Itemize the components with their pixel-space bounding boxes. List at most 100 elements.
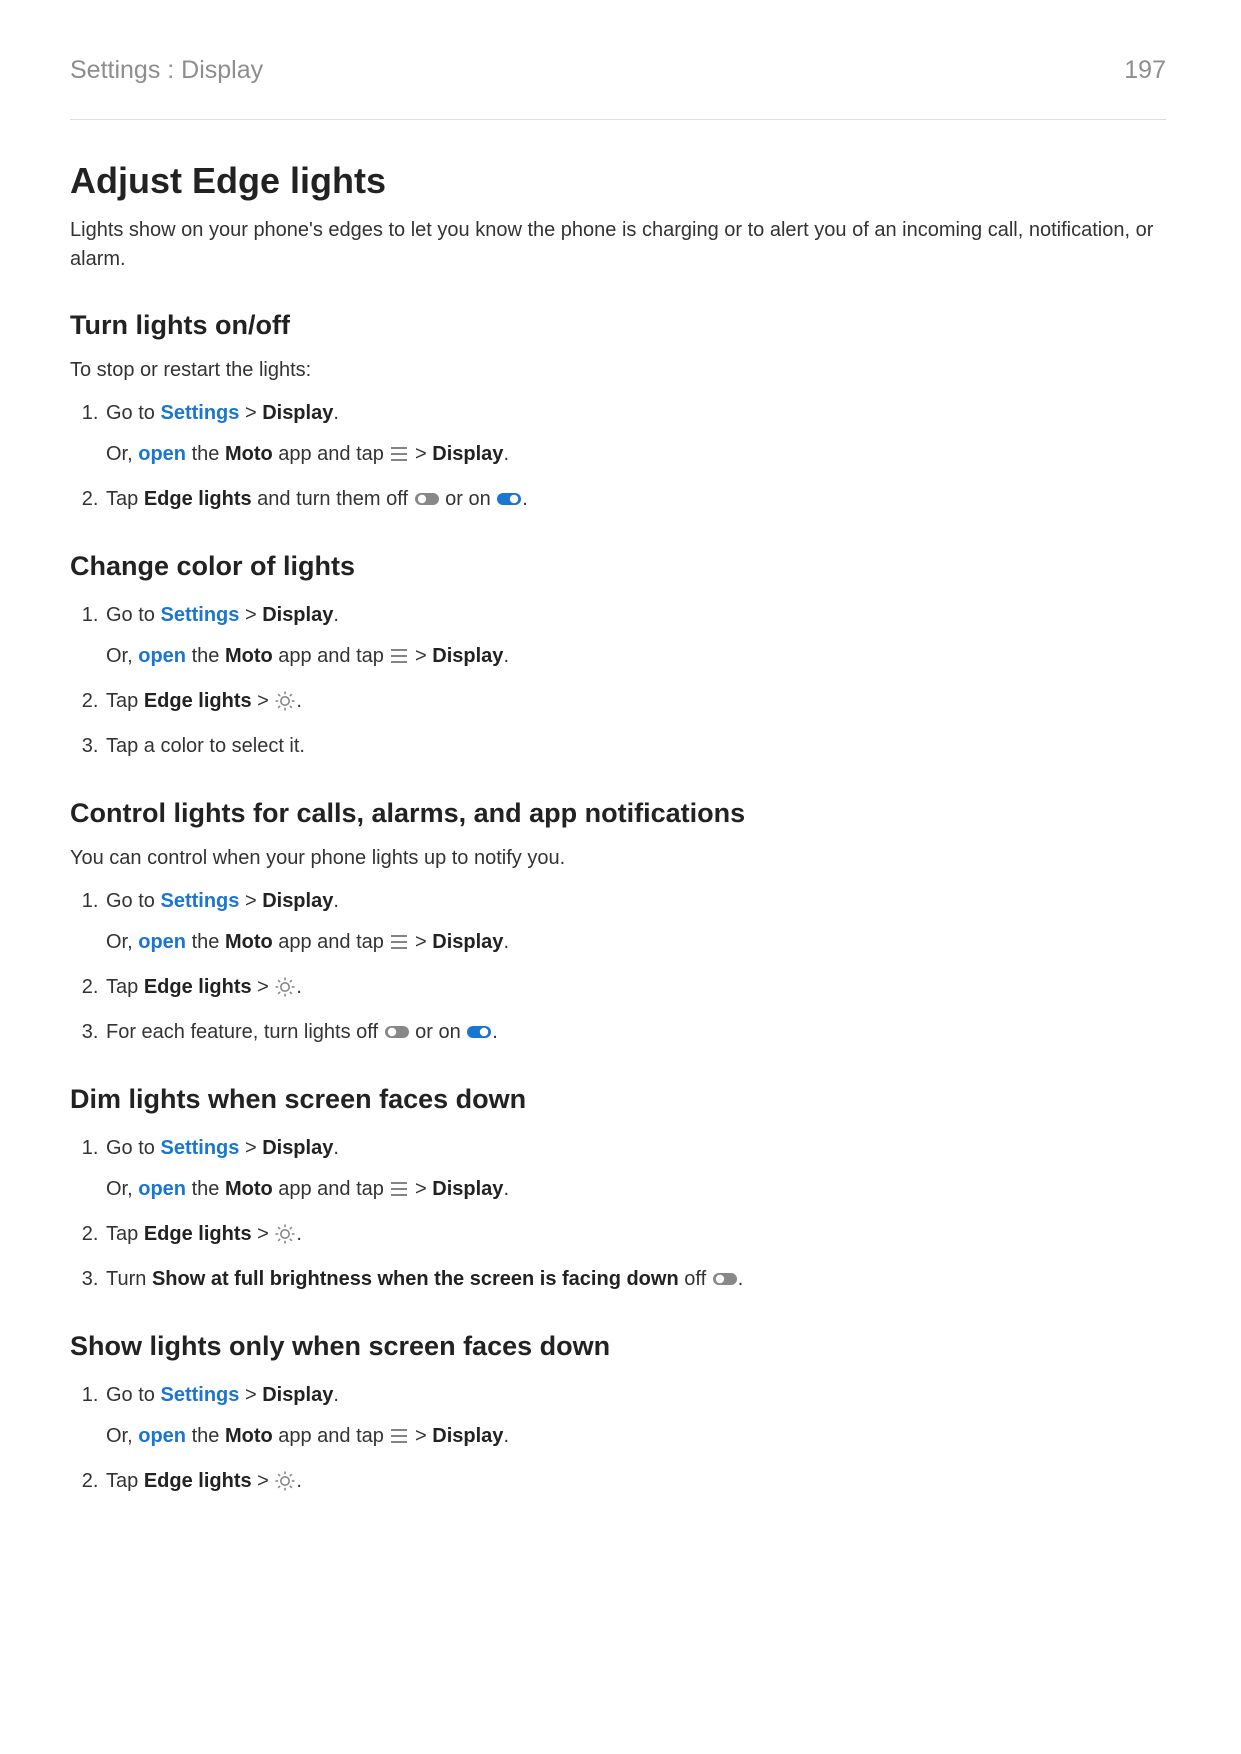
step: Go to Settings > Display. Or, open the M…: [104, 1133, 1166, 1205]
moto-label: Moto: [225, 1178, 273, 1200]
text: app and tap: [273, 1425, 390, 1447]
display-label: Display: [262, 1137, 333, 1159]
page-header: Settings : Display 197: [70, 56, 1166, 120]
edge-lights-label: Edge lights: [144, 488, 252, 510]
text: Tap: [106, 976, 144, 998]
menu-icon: [389, 932, 409, 952]
text: .: [492, 1021, 498, 1043]
settings-link[interactable]: Settings: [160, 1137, 239, 1159]
text: off: [679, 1268, 712, 1290]
text: Tap: [106, 690, 144, 712]
text: Tap: [106, 488, 144, 510]
text: >: [409, 645, 432, 667]
text: .: [296, 690, 302, 712]
step: Tap Edge lights > .: [104, 972, 1166, 1003]
display-label: Display: [262, 604, 333, 626]
settings-link[interactable]: Settings: [160, 604, 239, 626]
text: or on: [440, 488, 497, 510]
text: Tap a color to select it.: [106, 735, 305, 757]
text: the: [186, 931, 225, 953]
moto-label: Moto: [225, 443, 273, 465]
moto-label: Moto: [225, 931, 273, 953]
open-link[interactable]: open: [138, 1425, 186, 1447]
display-label: Display: [262, 1384, 333, 1406]
text: Or,: [106, 1178, 138, 1200]
text: Go to: [106, 1384, 160, 1406]
text: >: [239, 1384, 262, 1406]
step: Tap Edge lights > .: [104, 1219, 1166, 1250]
section-desc: You can control when your phone lights u…: [70, 847, 1166, 870]
step: Tap a color to select it.: [104, 731, 1166, 762]
menu-icon: [389, 646, 409, 666]
text: and turn them off: [252, 488, 414, 510]
step: Tap Edge lights > .: [104, 1466, 1166, 1497]
step: For each feature, turn lights off or on …: [104, 1017, 1166, 1048]
toggle-off-icon: [712, 1270, 738, 1288]
section-heading-control-lights: Control lights for calls, alarms, and ap…: [70, 798, 1166, 829]
text: Go to: [106, 890, 160, 912]
text: .: [503, 645, 509, 667]
text: app and tap: [273, 443, 390, 465]
display-label: Display: [262, 890, 333, 912]
toggle-off-icon: [384, 1023, 410, 1041]
text: .: [738, 1268, 744, 1290]
text: Or,: [106, 931, 138, 953]
gear-icon: [274, 690, 296, 712]
text: Tap: [106, 1223, 144, 1245]
text: >: [409, 1425, 432, 1447]
text: Turn: [106, 1268, 152, 1290]
text: the: [186, 443, 225, 465]
text: >: [252, 976, 275, 998]
step: Tap Edge lights > .: [104, 686, 1166, 717]
text: .: [503, 443, 509, 465]
text: For each feature, turn lights off: [106, 1021, 384, 1043]
steps-list: Go to Settings > Display. Or, open the M…: [70, 398, 1166, 515]
step: Go to Settings > Display. Or, open the M…: [104, 1380, 1166, 1452]
text: Tap: [106, 1470, 144, 1492]
edge-lights-label: Edge lights: [144, 1470, 252, 1492]
settings-link[interactable]: Settings: [160, 402, 239, 424]
text: >: [239, 890, 262, 912]
step: Turn Show at full brightness when the sc…: [104, 1264, 1166, 1295]
text: >: [409, 1178, 432, 1200]
step: Go to Settings > Display. Or, open the M…: [104, 398, 1166, 470]
text: Go to: [106, 402, 160, 424]
text: >: [252, 690, 275, 712]
page-title: Adjust Edge lights: [70, 160, 1166, 202]
display-label: Display: [432, 443, 503, 465]
open-link[interactable]: open: [138, 931, 186, 953]
text: the: [186, 1425, 225, 1447]
text: >: [239, 402, 262, 424]
section-heading-show-only-down: Show lights only when screen faces down: [70, 1331, 1166, 1362]
toggle-off-icon: [414, 490, 440, 508]
menu-icon: [389, 1426, 409, 1446]
text: Or,: [106, 1425, 138, 1447]
display-label: Display: [262, 402, 333, 424]
text: or on: [410, 1021, 467, 1043]
open-link[interactable]: open: [138, 645, 186, 667]
open-link[interactable]: open: [138, 1178, 186, 1200]
setting-label: Show at full brightness when the screen …: [152, 1268, 679, 1290]
step: Tap Edge lights and turn them off or on …: [104, 484, 1166, 515]
text: .: [503, 1178, 509, 1200]
text: Or,: [106, 645, 138, 667]
text: >: [409, 443, 432, 465]
moto-label: Moto: [225, 645, 273, 667]
display-label: Display: [432, 1425, 503, 1447]
edge-lights-label: Edge lights: [144, 1223, 252, 1245]
text: Or,: [106, 443, 138, 465]
open-link[interactable]: open: [138, 443, 186, 465]
section-heading-change-color: Change color of lights: [70, 551, 1166, 582]
settings-link[interactable]: Settings: [160, 890, 239, 912]
text: .: [333, 402, 339, 424]
steps-list: Go to Settings > Display. Or, open the M…: [70, 886, 1166, 1048]
section-heading-dim-lights: Dim lights when screen faces down: [70, 1084, 1166, 1115]
settings-link[interactable]: Settings: [160, 1384, 239, 1406]
text: .: [296, 1470, 302, 1492]
text: .: [522, 488, 528, 510]
page-number: 197: [1124, 56, 1166, 85]
text: Go to: [106, 1137, 160, 1159]
intro-text: Lights show on your phone's edges to let…: [70, 216, 1166, 274]
edge-lights-label: Edge lights: [144, 690, 252, 712]
text: .: [333, 1137, 339, 1159]
